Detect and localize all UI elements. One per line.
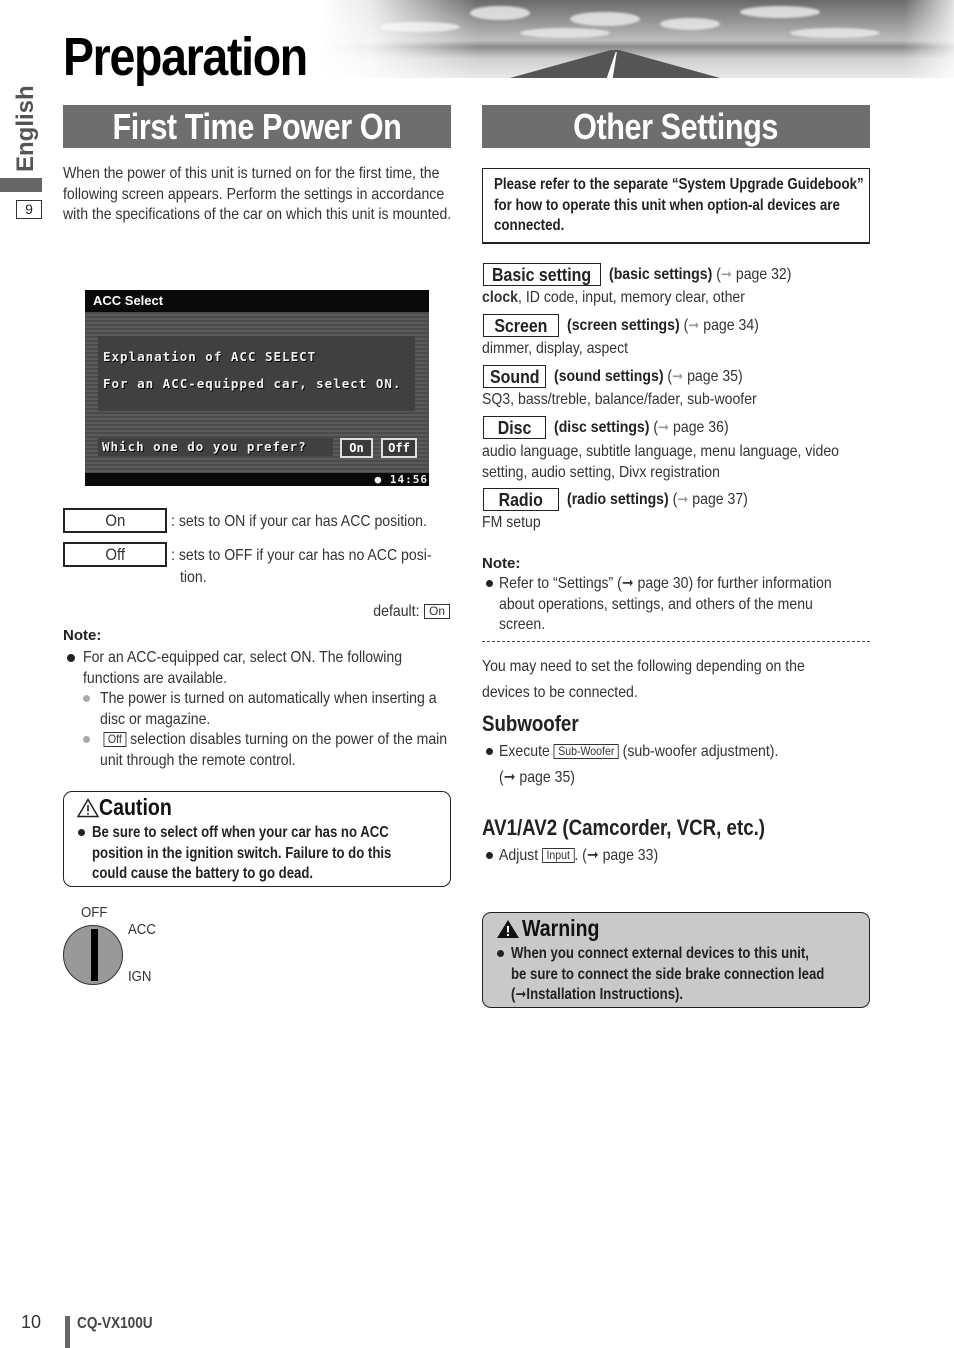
- intro-paragraph: When the power of this unit is turned on…: [63, 164, 458, 226]
- screen-clock: 14:56: [389, 473, 428, 486]
- bullet-icon: [78, 829, 85, 836]
- menu-sound: Sound (sound settings) (➞ page 35): [483, 364, 768, 388]
- menu-basic-setting: Basic setting (basic settings) (➞ page 3…: [483, 262, 816, 286]
- note-sub-bullet-1: The power is turned on automatically whe…: [83, 689, 453, 730]
- caution-triangle-icon: [77, 797, 99, 817]
- arrow-right-icon: ➞: [688, 316, 700, 334]
- off-key: Off: [103, 732, 127, 747]
- ignition-switch-diagram: OFF ACC IGN: [62, 904, 182, 994]
- default-indicator: default: On: [300, 603, 450, 621]
- screen-status-bar: ● 14:56: [85, 473, 429, 486]
- screen-items: dimmer, display, aspect: [482, 340, 629, 357]
- radio-key: Radio: [483, 487, 559, 511]
- arrow-right-icon: ➞: [658, 418, 670, 436]
- ignition-ign-label: IGN: [128, 968, 152, 985]
- system-upgrade-note-text: Please refer to the separate “System Upg…: [494, 176, 864, 234]
- screen-on-button[interactable]: On: [340, 438, 373, 458]
- ignition-acc-label: ACC: [128, 921, 156, 938]
- bullet-icon: [67, 654, 75, 662]
- section-number-badge: 9: [16, 200, 42, 219]
- ignition-off-label: OFF: [81, 904, 108, 921]
- av-bullet: Adjust Input. (➞ page 33): [486, 846, 876, 867]
- menu-radio: Radio (radio settings) (➞ page 37): [483, 487, 773, 511]
- default-label: default:: [373, 603, 420, 620]
- right-note-heading: Note:: [482, 555, 521, 572]
- arrow-right-icon: ➞: [672, 367, 684, 385]
- screen-off-button[interactable]: Off: [381, 438, 417, 458]
- screen-line-2: For an ACC-equipped car, select ON.: [103, 376, 402, 391]
- screen-explanation-panel: Explanation of ACC SELECT For an ACC-equ…: [98, 336, 415, 411]
- option-off-desc: : sets to OFF if your car has no ACC pos…: [171, 547, 432, 586]
- footer-bar: [65, 1316, 70, 1348]
- screen-key: Screen: [483, 313, 559, 337]
- page-title: Preparation: [63, 27, 308, 87]
- screen-question: Which one do you prefer?: [98, 438, 333, 456]
- subwoofer-heading: Subwoofer: [482, 711, 579, 736]
- menu-disc: Disc (disc settings) (➞ page 36): [483, 415, 752, 439]
- bullet-icon: [486, 748, 493, 755]
- note-bullet: For an ACC-equipped car, select ON. The …: [67, 648, 457, 689]
- sub-woofer-key: Sub-Woofer: [553, 744, 619, 759]
- dashed-divider: [482, 641, 870, 642]
- warning-box: Warning When you connect external device…: [482, 912, 870, 1008]
- bullet-icon: [486, 580, 493, 587]
- input-key: Input: [542, 848, 575, 863]
- road-graphic: [510, 50, 720, 78]
- ignition-knob-icon: [63, 925, 123, 985]
- caution-box: Caution Be sure to select off when your …: [63, 791, 451, 887]
- devices-intro: You may need to set the following depend…: [482, 658, 805, 701]
- language-label: English: [12, 85, 39, 172]
- basic-setting-key: Basic setting: [483, 262, 601, 286]
- section-head-first-time-power-on: First Time Power On: [63, 105, 451, 148]
- arrow-right-icon: ➞: [720, 265, 732, 283]
- menu-screen: Screen (screen settings) (➞ page 34): [483, 313, 785, 337]
- model-number: CQ-VX100U: [77, 1315, 153, 1332]
- right-note-bullet: Refer to “Settings” (➞ page 30) for furt…: [486, 574, 876, 636]
- globe-icon: ●: [374, 473, 383, 486]
- screen-line-1: Explanation of ACC SELECT: [103, 349, 317, 364]
- basic-setting-items: clock, ID code, input, memory clear, oth…: [482, 289, 745, 306]
- av-heading: AV1/AV2 (Camcorder, VCR, etc.): [482, 815, 766, 840]
- system-upgrade-note-box: Please refer to the separate “System Upg…: [482, 168, 870, 244]
- warning-triangle-icon: [497, 919, 519, 938]
- page-number: 10: [21, 1312, 42, 1332]
- intro-text: When the power of this unit is turned on…: [63, 165, 452, 223]
- note-heading: Note:: [63, 627, 102, 644]
- subwoofer-bullet: Execute Sub-Woofer (sub-woofer adjustmen…: [486, 742, 876, 788]
- option-off-key: Off: [63, 542, 167, 567]
- bullet-icon: [83, 695, 90, 702]
- sound-items: SQ3, bass/treble, balance/fader, sub-woo…: [482, 391, 757, 408]
- language-tab: English: [12, 85, 52, 176]
- section-title: First Time Power On: [112, 105, 402, 147]
- acc-select-screenshot: ACC Select Explanation of ACC SELECT For…: [85, 290, 429, 486]
- language-tab-bar: [0, 178, 42, 192]
- bullet-icon: [486, 852, 493, 859]
- section-title: Other Settings: [573, 105, 779, 147]
- option-on-key: On: [63, 508, 167, 533]
- caution-text: Be sure to select off when your car has …: [78, 823, 444, 885]
- warning-text: When you connect external devices to thi…: [497, 944, 880, 1006]
- lane-marking-graphic: [607, 52, 619, 78]
- note-sub-bullet-2: Off selection disables turning on the po…: [83, 730, 453, 771]
- warning-title: Warning: [496, 915, 613, 942]
- bullet-icon: [83, 736, 90, 743]
- arrow-right-icon: ➞: [677, 490, 689, 508]
- option-on-desc: : sets to ON if your car has ACC positio…: [171, 513, 427, 530]
- header-banner-image: [320, 0, 954, 78]
- bullet-icon: [497, 950, 504, 957]
- disc-items: audio language, subtitle language, menu …: [482, 443, 839, 481]
- default-value-key: On: [423, 604, 450, 619]
- screen-title: ACC Select: [85, 290, 429, 312]
- disc-key: Disc: [483, 415, 546, 439]
- sound-key: Sound: [483, 364, 546, 388]
- caution-title: Caution: [77, 794, 185, 821]
- radio-items: FM setup: [482, 514, 541, 531]
- section-head-other-settings: Other Settings: [482, 105, 870, 148]
